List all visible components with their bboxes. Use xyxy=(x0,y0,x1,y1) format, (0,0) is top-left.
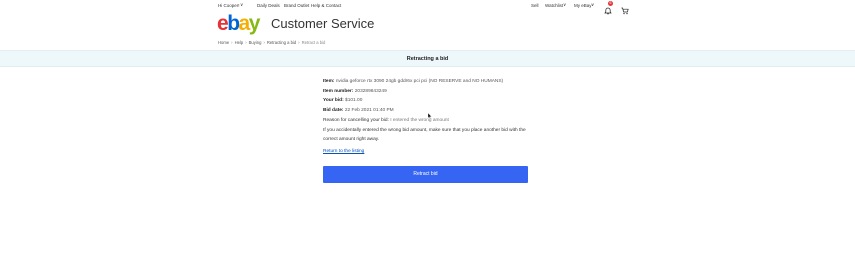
reason-label: Reason for cancelling your bid: xyxy=(323,117,389,123)
item-number-value: 203289843249 xyxy=(354,88,387,94)
item-number-row: Item number: 203289843249 xyxy=(323,87,533,97)
global-header-bar: Hi Cooper! ∨ Daily Deals Brand Outlet He… xyxy=(0,0,855,15)
your-bid-value: $101.00 xyxy=(345,98,363,104)
banner-title: Retracting a bid xyxy=(406,56,449,62)
chevron-right-icon: › xyxy=(231,40,233,45)
your-bid-row: Your bid: $101.00 xyxy=(323,96,533,106)
breadcrumb: Home › Help › Buying › Retracting a bid › Retrac… xyxy=(218,40,325,46)
chevron-down-icon[interactable]: ∨ xyxy=(563,2,566,8)
wrong-amount-note: If you accidentally entered the wrong bi… xyxy=(323,127,526,142)
breadcrumb-buying[interactable]: Buying xyxy=(249,40,262,45)
chevron-down-icon[interactable]: ∨ xyxy=(591,2,594,8)
chevron-right-icon: › xyxy=(245,40,247,45)
your-bid-label: Your bid: xyxy=(323,98,344,104)
greeting-link[interactable]: Hi Cooper! xyxy=(218,3,240,9)
breadcrumb-help[interactable]: Help xyxy=(235,40,244,45)
my-ebay-link[interactable]: My eBay xyxy=(574,3,592,9)
daily-deals-link[interactable]: Daily Deals xyxy=(257,3,280,9)
help-contact-link[interactable]: Help & Contact xyxy=(311,3,341,9)
reason-value: I entered the wrong amount xyxy=(390,117,449,123)
breadcrumb-current: Retract a bid xyxy=(301,40,326,45)
chevron-right-icon: › xyxy=(298,40,300,45)
breadcrumb-retracting[interactable]: Retracting a bid xyxy=(267,40,296,45)
bid-date-value: 22 Feb 2021 01:40 PM xyxy=(344,108,394,114)
ebay-logo[interactable]: ebay xyxy=(217,12,260,36)
bid-date-label: Bid date: xyxy=(323,108,344,114)
item-row: Item: nvidia geforce rtx 3090 24gb gddr6… xyxy=(323,77,533,87)
chevron-down-icon[interactable]: ∨ xyxy=(240,2,243,8)
sell-link[interactable]: Sell xyxy=(531,3,539,9)
item-value: nvidia geforce rtx 3090 24gb gddr6x pci … xyxy=(335,79,504,84)
brand-outlet-link[interactable]: Brand Outlet xyxy=(284,3,309,9)
page-title: Customer Service xyxy=(271,16,375,31)
cart-icon[interactable] xyxy=(621,2,629,15)
breadcrumb-home[interactable]: Home xyxy=(218,40,229,45)
chevron-right-icon: › xyxy=(263,40,265,45)
item-number-label: Item number: xyxy=(323,88,354,94)
item-label: Item: xyxy=(323,79,335,84)
watchlist-link[interactable]: Watchlist xyxy=(545,3,563,9)
section-banner: Retracting a bid xyxy=(0,50,855,67)
retract-bid-button[interactable]: Retract bid xyxy=(323,166,528,183)
return-to-listing-link[interactable]: Return to the listing xyxy=(323,149,364,155)
mouse-cursor-icon xyxy=(428,113,432,119)
bid-details: Item: nvidia geforce rtx 3090 24gb gddr6… xyxy=(323,77,533,144)
notification-badge: 6 xyxy=(608,1,613,6)
